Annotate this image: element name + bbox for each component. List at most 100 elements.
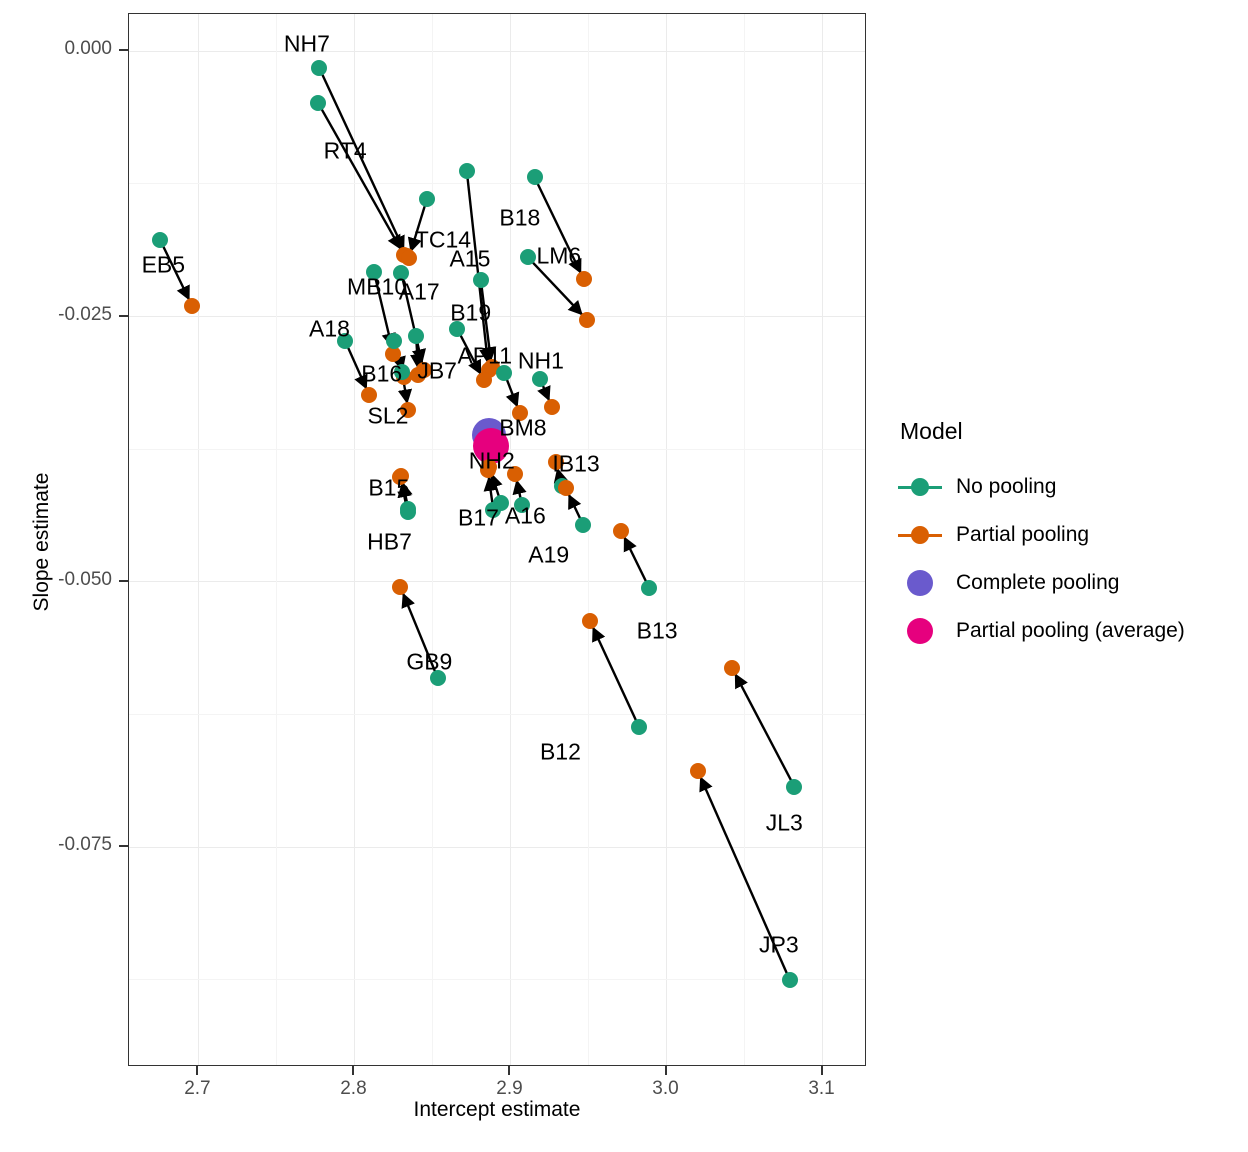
point-partial-pooling (392, 579, 409, 596)
point-partial-pooling (575, 271, 592, 288)
x-tick-label: 2.7 (184, 1078, 211, 1099)
x-tick-mark (820, 1066, 823, 1075)
legend-item-no-pooling[interactable]: No pooling (898, 463, 1248, 511)
y-tick-label: -0.025 (58, 303, 112, 325)
y-tick-mark (119, 579, 128, 582)
point-label: AP11 (457, 342, 513, 369)
point-partial-pooling (578, 311, 595, 328)
x-tick-mark (508, 1066, 511, 1075)
point-partial-pooling (689, 762, 706, 779)
point-no-pooling (781, 971, 798, 988)
y-tick-mark (119, 49, 128, 52)
point-partial-pooling (475, 372, 492, 389)
y-tick-mark (119, 845, 128, 848)
legend-key-icon (898, 513, 942, 557)
point-label: JL3 (765, 809, 803, 836)
y-tick-mark (119, 314, 128, 317)
legend-item-partial-pooling[interactable]: Partial pooling (898, 511, 1248, 559)
legend-item-label: No pooling (956, 475, 1057, 498)
point-label: B15 (368, 474, 410, 501)
point-no-pooling (311, 60, 328, 77)
legend-dot (911, 526, 929, 544)
point-partial-pooling (582, 613, 599, 630)
point-no-pooling (419, 190, 435, 207)
point-label: B17 (458, 504, 499, 531)
point-no-pooling (786, 778, 803, 795)
point-partial-pooling (613, 522, 630, 539)
point-no-pooling (458, 163, 475, 180)
point-no-pooling (310, 95, 327, 112)
point-no-pooling (575, 516, 592, 533)
legend-item-label: Complete pooling (956, 571, 1120, 594)
point-label: IB13 (552, 450, 600, 477)
point-label: NH2 (468, 447, 515, 474)
shrinkage-arrows (159, 67, 796, 981)
point-label: B16 (361, 360, 403, 387)
legend: Model No pooling Partial pooling Complete … (898, 418, 1248, 655)
point-label: NH1 (517, 347, 564, 374)
y-tick-label: -0.050 (58, 568, 112, 590)
legend-item-label: Partial pooling (956, 523, 1090, 546)
legend-item-complete-pooling[interactable]: Complete pooling (898, 559, 1248, 607)
point-partial-pooling (361, 387, 378, 404)
point-label: B19 (450, 299, 492, 326)
point-label: JP3 (759, 931, 799, 958)
legend-key-icon (898, 465, 942, 509)
point-label: NH7 (283, 30, 330, 57)
legend-key-icon (898, 609, 942, 653)
point-label: A15 (449, 245, 491, 272)
x-tick-label: 2.9 (496, 1078, 523, 1099)
point-partial-pooling (557, 480, 574, 497)
point-label: SL2 (367, 402, 409, 429)
legend-dot (907, 618, 933, 644)
point-label: HB7 (367, 528, 412, 555)
plot-panel: NH7 RT4 TC14 EB5 B18 LM6 A15 MB10 A17 B19 A18 B16 JB… (128, 13, 866, 1066)
legend-item-label: Partial pooling (average) (956, 619, 1185, 642)
x-tick-label: 2.8 (340, 1078, 367, 1099)
x-tick-label: 3.0 (652, 1078, 679, 1099)
point-label: B13 (636, 617, 678, 644)
x-tick-mark (352, 1066, 355, 1075)
point-label: A17 (398, 278, 440, 305)
point-no-pooling (408, 327, 425, 344)
shrinkage-arrow (317, 102, 402, 250)
point-label: RT4 (323, 137, 367, 164)
y-tick-label: -0.075 (58, 834, 112, 856)
point-no-pooling (526, 169, 543, 186)
point-label: GB9 (406, 648, 453, 674)
legend-key-icon (898, 561, 942, 605)
point-label: A19 (528, 541, 570, 568)
point-no-pooling (472, 272, 489, 289)
legend-items: No pooling Partial pooling Complete poolin… (898, 463, 1248, 655)
point-label: EB5 (141, 251, 186, 277)
x-tick-mark (664, 1066, 667, 1075)
point-label: LM6 (536, 242, 582, 269)
point-no-pooling (631, 719, 648, 736)
point-partial-pooling (184, 297, 201, 314)
chart-root: NH7 RT4 TC14 EB5 B18 LM6 A15 MB10 A17 B19 A18 B16 JB… (0, 0, 1248, 1152)
x-axis-title: Intercept estimate (413, 1098, 581, 1121)
y-tick-label: 0.000 (64, 38, 112, 60)
y-axis-title: Slope estimate (30, 472, 53, 612)
point-label: B18 (499, 204, 541, 231)
point-no-pooling (641, 580, 658, 597)
point-partial-pooling (543, 398, 560, 415)
shrinkage-arrow (591, 626, 641, 728)
point-no-pooling (386, 332, 403, 349)
point-no-pooling (519, 249, 536, 266)
legend-dot (911, 478, 929, 496)
legend-dot (907, 570, 933, 596)
point-no-pooling (152, 232, 169, 249)
point-label: BM8 (499, 414, 547, 441)
point-label: B12 (539, 738, 581, 765)
point-label: JB7 (417, 357, 457, 384)
legend-item-partial-pooling-average[interactable]: Partial pooling (average) (898, 607, 1248, 655)
legend-title: Model (900, 418, 963, 444)
point-no-pooling (399, 503, 416, 520)
x-tick-mark (196, 1066, 199, 1075)
point-label: A16 (504, 502, 546, 529)
shrinkage-arrow (734, 673, 796, 788)
x-tick-label: 3.1 (808, 1078, 835, 1099)
point-label: A18 (309, 315, 350, 342)
point-partial-pooling (724, 659, 741, 676)
